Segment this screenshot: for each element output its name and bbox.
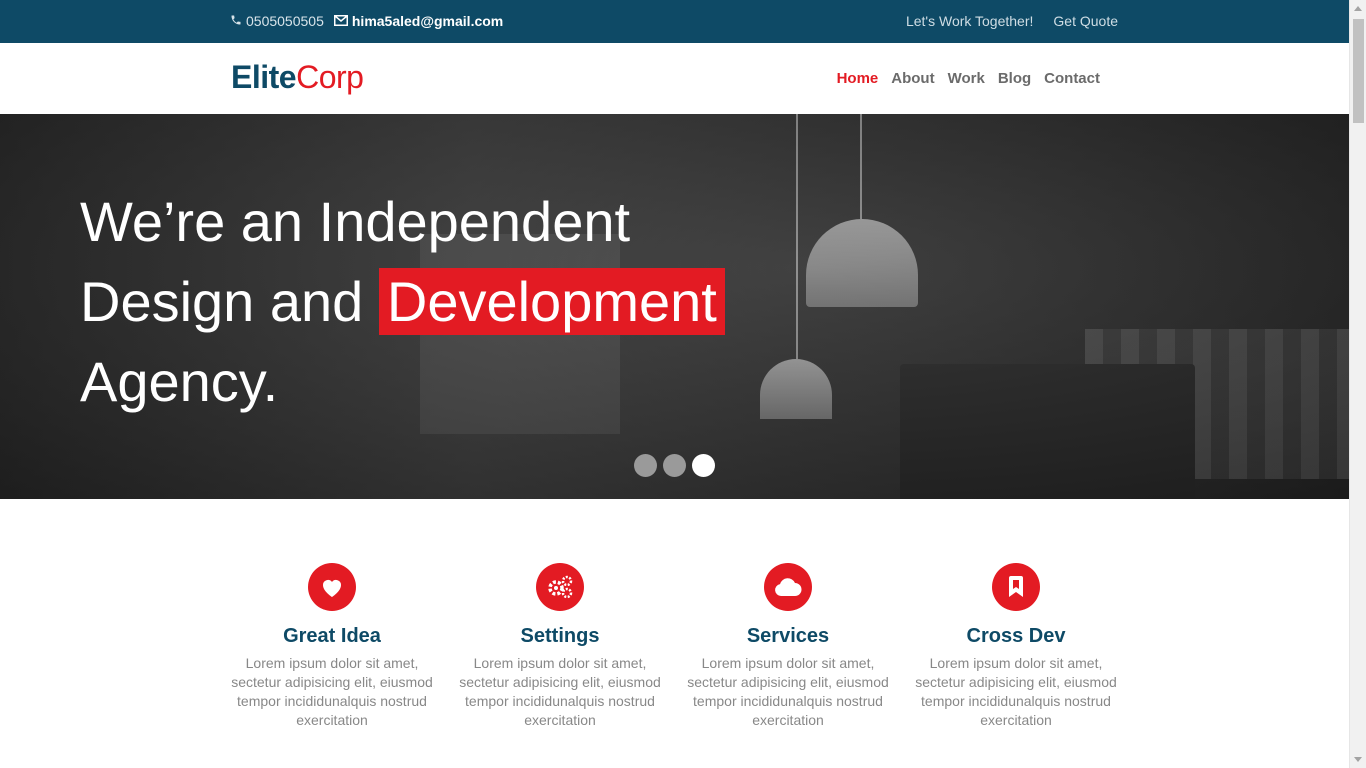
- feature-title: Cross Dev: [966, 625, 1066, 647]
- get-quote-link[interactable]: Get Quote: [1053, 13, 1118, 29]
- feature-title: Settings: [520, 625, 600, 647]
- slider-dots: [634, 454, 715, 477]
- hero-line-2: Design and: [80, 270, 364, 333]
- feature-text: Lorem ipsum dolor sit amet, sectetur adi…: [231, 655, 433, 728]
- main-nav: Home About Work Blog Contact: [837, 70, 1100, 87]
- feature-text: Lorem ipsum dolor sit amet, sectetur adi…: [459, 655, 661, 728]
- top-links: Let's Work Together! Get Quote: [906, 13, 1118, 29]
- feature-cross-dev: Cross Dev Lorem ipsum dolor sit amet, se…: [902, 563, 1130, 730]
- feature-title: Great Idea: [283, 625, 381, 647]
- feature-text: Lorem ipsum dolor sit amet, sectetur adi…: [915, 655, 1117, 728]
- heart-icon: [308, 563, 356, 611]
- hero-headline: We’re an Independent Design and Developm…: [80, 182, 725, 422]
- scroll-up-arrow[interactable]: [1354, 6, 1362, 11]
- page-scrollbar[interactable]: [1349, 0, 1366, 768]
- hero-line-1: We’re an Independent: [80, 190, 631, 253]
- phone-number[interactable]: 0505050505: [246, 13, 324, 29]
- email-link[interactable]: hima5aled@gmail.com: [333, 13, 504, 29]
- hero-highlight: Development: [378, 268, 725, 335]
- nav-about[interactable]: About: [891, 70, 934, 87]
- bookmark-icon: [992, 563, 1040, 611]
- nav-contact[interactable]: Contact: [1044, 70, 1100, 87]
- scrollbar-thumb[interactable]: [1353, 19, 1364, 123]
- feature-great-idea: Great Idea Lorem ipsum dolor sit amet, s…: [218, 563, 446, 730]
- slider-dot-2[interactable]: [663, 454, 686, 477]
- nav-home[interactable]: Home: [837, 70, 879, 87]
- site-header: EliteCorp Home About Work Blog Contact: [0, 43, 1349, 114]
- top-bar: 0505050505 hima5aled@gmail.com Let's Wor…: [0, 0, 1349, 43]
- slider-dot-3[interactable]: [692, 454, 715, 477]
- feature-text: Lorem ipsum dolor sit amet, sectetur adi…: [687, 655, 889, 728]
- hero-line-3: Agency.: [80, 350, 279, 413]
- contact-info: 0505050505 hima5aled@gmail.com: [230, 13, 503, 29]
- features-row: Great Idea Lorem ipsum dolor sit amet, s…: [218, 563, 1130, 730]
- slider-dot-1[interactable]: [634, 454, 657, 477]
- gears-icon: [536, 563, 584, 611]
- logo[interactable]: EliteCorp: [231, 59, 364, 96]
- envelope-icon: [333, 13, 348, 29]
- lets-work-together-link[interactable]: Let's Work Together!: [906, 13, 1033, 29]
- nav-blog[interactable]: Blog: [998, 70, 1031, 87]
- feature-services: Services Lorem ipsum dolor sit amet, sec…: [674, 563, 902, 730]
- feature-settings: Settings Lorem ipsum dolor sit amet, sec…: [446, 563, 674, 730]
- scroll-down-arrow[interactable]: [1354, 757, 1362, 762]
- feature-title: Services: [746, 625, 830, 647]
- logo-corp: Corp: [296, 59, 364, 95]
- hero-slider: We’re an Independent Design and Developm…: [0, 114, 1349, 499]
- nav-work[interactable]: Work: [948, 70, 985, 87]
- logo-elite: Elite: [231, 59, 297, 95]
- email-address: hima5aled@gmail.com: [351, 13, 504, 29]
- phone-icon: [230, 13, 242, 29]
- cloud-icon: [764, 563, 812, 611]
